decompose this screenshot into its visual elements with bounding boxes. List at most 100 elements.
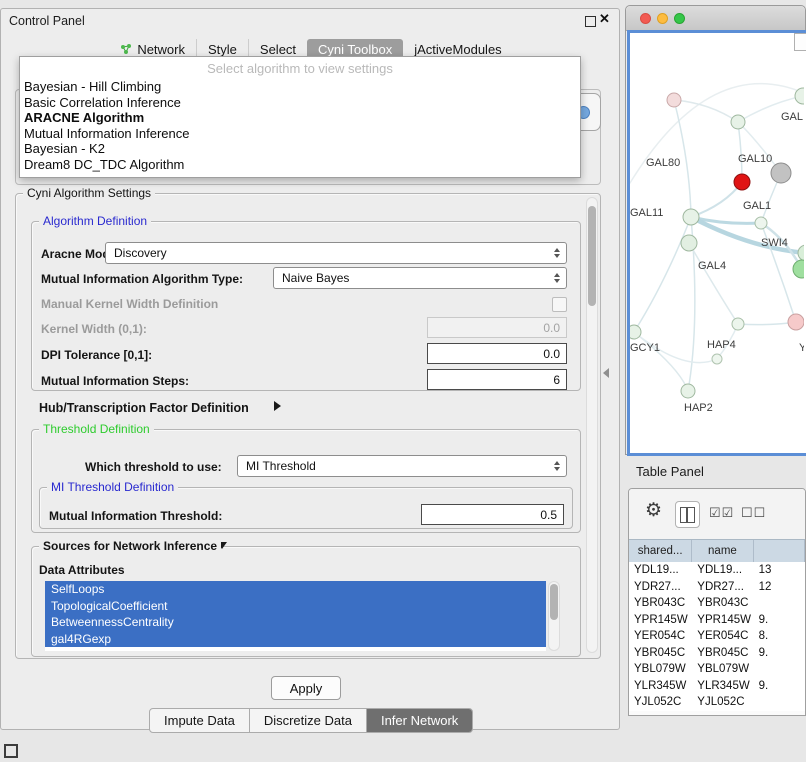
algorithm-option[interactable]: Bayesian - K2	[20, 141, 580, 157]
attribute-item[interactable]: BetweennessCentrality	[45, 614, 546, 631]
network-node[interactable]	[681, 235, 697, 251]
float-window-icon[interactable]	[585, 16, 596, 27]
network-node[interactable]	[771, 163, 791, 183]
network-node[interactable]	[681, 384, 695, 398]
network-node[interactable]	[667, 93, 681, 107]
table-row[interactable]: YBL079WYBL079W	[629, 661, 805, 678]
node-label: Y	[799, 342, 804, 354]
column-header[interactable]: name	[692, 540, 753, 562]
table-cell: 9.	[754, 614, 805, 626]
aracne-mode-select[interactable]: Discovery	[105, 242, 567, 264]
table-cell: YBL079W	[629, 663, 692, 675]
table-row[interactable]: YBR043CYBR043C	[629, 595, 805, 612]
algorithm-option[interactable]: Basic Correlation Inference	[20, 95, 580, 111]
which-threshold-value: MI Threshold	[246, 459, 316, 473]
table-row[interactable]: YJL052CYJL052C	[629, 694, 805, 711]
settings-scrollbar-thumb[interactable]	[588, 206, 596, 306]
table-row[interactable]: YPR145WYPR145W9.	[629, 612, 805, 629]
table-row[interactable]: YDL19...YDL19...13	[629, 562, 805, 579]
algorithm-option[interactable]: Bayesian - Hill Climbing	[20, 79, 580, 95]
tab-label: Style	[208, 42, 237, 57]
mi-threshold-label: Mutual Information Threshold:	[49, 509, 222, 523]
table-body: YDL19...YDL19...13YDR27...YDR27...12YBR0…	[629, 562, 805, 711]
column-selector-button[interactable]	[675, 501, 700, 528]
column-header[interactable]	[754, 540, 805, 562]
table-row[interactable]: YBR045CYBR045C9.	[629, 645, 805, 662]
which-threshold-select[interactable]: MI Threshold	[237, 455, 567, 477]
cyni-settings-title: Cyni Algorithm Settings	[23, 186, 155, 200]
mi-type-select[interactable]: Naive Bayes	[273, 267, 567, 289]
network-edge[interactable]	[634, 332, 688, 391]
network-edge[interactable]	[738, 122, 742, 182]
close-icon[interactable]: ✕	[599, 11, 610, 27]
canvas-corner-widget[interactable]	[794, 33, 806, 51]
network-canvas[interactable]: GAL80GAL10GAL11GAL1SWI4GAL4GCY1HAP4HAP2G…	[627, 30, 806, 456]
table-cell: 9.	[754, 647, 805, 659]
expand-right-icon[interactable]	[274, 401, 281, 411]
node-label: GAL1	[743, 200, 771, 212]
gear-icon[interactable]: ⚙	[645, 499, 662, 522]
network-edge[interactable]	[689, 243, 738, 324]
apply-button[interactable]: Apply	[271, 676, 341, 700]
table-row[interactable]: YDR27...YDR27...12	[629, 579, 805, 596]
network-edge[interactable]	[691, 182, 742, 217]
kernel-width-input: 0.0	[427, 317, 567, 338]
zoom-traffic-light[interactable]	[674, 13, 685, 24]
tab-impute-data[interactable]: Impute Data	[150, 709, 249, 732]
table-cell: YDL19...	[692, 564, 753, 576]
attribute-item[interactable]: TopologicalCoefficient	[45, 598, 546, 615]
network-svg[interactable]: GAL80GAL10GAL11GAL1SWI4GAL4GCY1HAP4HAP2G…	[630, 33, 804, 453]
network-edge[interactable]	[674, 100, 738, 122]
network-node[interactable]	[683, 209, 699, 225]
node-label: GCY1	[630, 342, 660, 354]
network-node[interactable]	[793, 260, 804, 278]
table-row[interactable]: YLR345WYLR345W9.	[629, 678, 805, 695]
dpi-tolerance-input[interactable]: 0.0	[427, 343, 567, 364]
minimize-traffic-light[interactable]	[657, 13, 668, 24]
algorithm-option[interactable]: Mutual Information Inference	[20, 126, 580, 142]
node-label: HAP2	[684, 402, 713, 414]
settings-scrollbar[interactable]	[586, 197, 598, 653]
network-window-titlebar[interactable]	[626, 6, 805, 31]
tab-discretize-data[interactable]: Discretize Data	[249, 709, 366, 732]
attributes-scrollbar-thumb[interactable]	[550, 584, 558, 620]
panel-divider-arrow[interactable]	[603, 368, 609, 378]
table-cell: YPR145W	[629, 614, 692, 626]
network-node[interactable]	[755, 217, 767, 229]
mi-threshold-input[interactable]: 0.5	[421, 504, 564, 525]
mi-steps-input[interactable]: 6	[427, 369, 567, 390]
network-edge[interactable]	[634, 217, 691, 332]
network-edge[interactable]	[738, 322, 796, 325]
dpi-tolerance-label: DPI Tolerance [0,1]:	[41, 348, 152, 362]
table-cell: YBR043C	[629, 597, 692, 609]
attribute-item[interactable]: gal4RGexp	[45, 631, 546, 648]
dpi-tolerance-value: 0.0	[543, 347, 560, 361]
node-label: GAL4	[698, 260, 726, 272]
mi-type-value: Naive Bayes	[282, 271, 349, 285]
control-panel-window: Control Panel ✕ Network Style Select Cyn…	[0, 8, 620, 730]
network-node[interactable]	[731, 115, 745, 129]
apply-label: Apply	[290, 681, 323, 696]
tab-infer-network[interactable]: Infer Network	[366, 709, 472, 732]
attribute-item[interactable]: SelfLoops	[45, 581, 546, 598]
algorithm-option[interactable]: ARACNE Algorithm	[20, 110, 580, 126]
node-label: GAL11	[630, 207, 663, 219]
columns-icon	[680, 507, 695, 523]
column-header[interactable]: shared...	[629, 540, 692, 562]
network-node[interactable]	[712, 354, 722, 364]
network-node[interactable]	[630, 325, 641, 339]
network-node[interactable]	[734, 174, 750, 190]
minimized-panel-icon[interactable]	[4, 744, 18, 758]
table-row[interactable]: YER054CYER054C8.	[629, 628, 805, 645]
network-node[interactable]	[732, 318, 744, 330]
table-cell: YBR045C	[692, 647, 753, 659]
manual-kernel-checkbox[interactable]	[552, 297, 567, 312]
attributes-scrollbar[interactable]	[548, 581, 560, 651]
algorithm-option[interactable]: Dream8 DC_TDC Algorithm	[20, 157, 580, 173]
mi-steps-label: Mutual Information Steps:	[41, 374, 189, 388]
select-all-icon[interactable]: ☑☑	[709, 505, 734, 521]
close-traffic-light[interactable]	[640, 13, 651, 24]
network-node[interactable]	[798, 245, 804, 261]
deselect-all-icon[interactable]: ☐☐	[741, 505, 766, 521]
network-node[interactable]	[788, 314, 804, 330]
